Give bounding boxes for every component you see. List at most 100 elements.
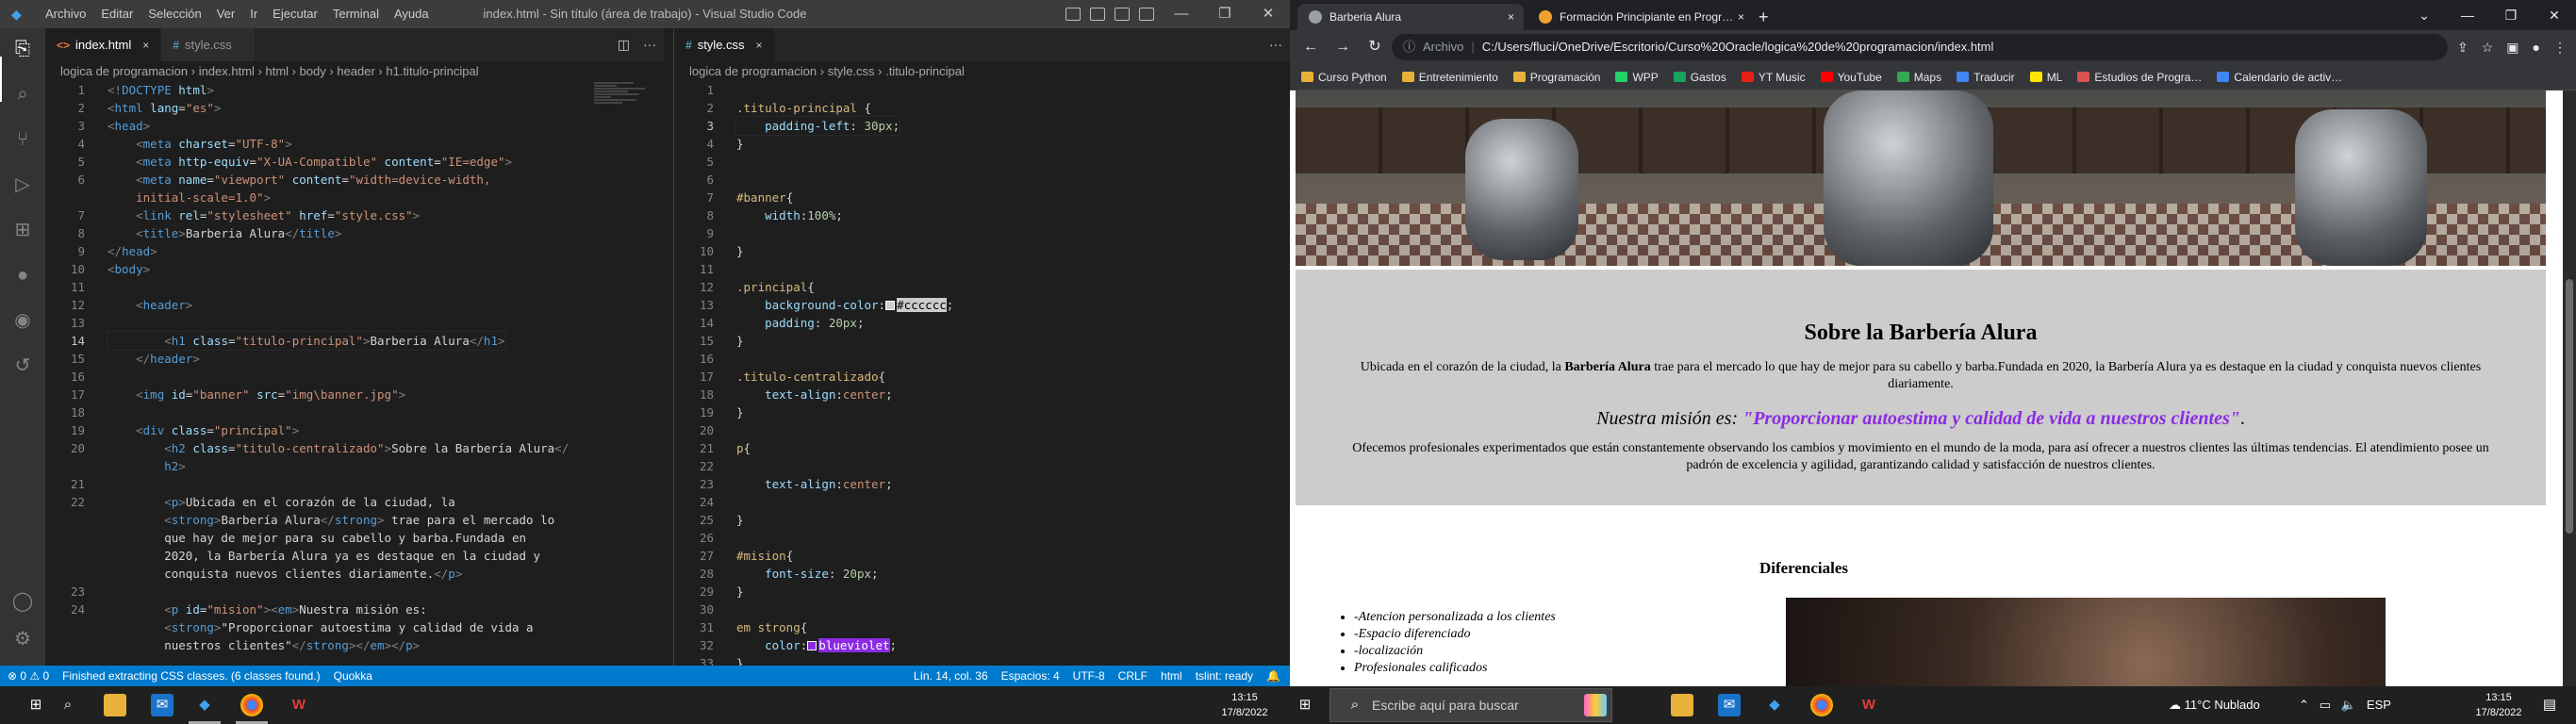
- code-line[interactable]: 30: [674, 601, 1290, 618]
- notifications-bell-icon[interactable]: 🔔: [1266, 666, 1280, 686]
- minimize-icon[interactable]: —: [2446, 0, 2489, 30]
- code-line[interactable]: 18: [45, 403, 664, 421]
- bookmark-item[interactable]: Maps: [1896, 71, 1941, 84]
- bookmark-item[interactable]: YouTube: [1820, 71, 1882, 84]
- code-line[interactable]: 16: [674, 350, 1290, 368]
- customize-layout-icon[interactable]: [1139, 8, 1154, 21]
- code-line[interactable]: 26: [674, 529, 1290, 547]
- more-actions-icon[interactable]: ···: [643, 28, 656, 61]
- code-line[interactable]: 11: [45, 278, 664, 296]
- code-line[interactable]: 31 em strong{: [674, 618, 1290, 636]
- indentation[interactable]: Espacios: 4: [1001, 666, 1060, 686]
- code-line[interactable]: 24: [674, 493, 1290, 511]
- editor-tab[interactable]: <> index.html ×: [45, 28, 162, 61]
- account-icon[interactable]: ◯: [11, 590, 34, 613]
- chrome-taskbar-icon[interactable]: [240, 694, 263, 716]
- code-line[interactable]: que hay de mejor para su cabello y barba…: [45, 529, 664, 547]
- menu-item[interactable]: Ir: [242, 0, 265, 28]
- quokka-status[interactable]: Quokka: [334, 666, 372, 686]
- search-icon[interactable]: ⌕: [11, 83, 34, 106]
- bookmark-star-icon[interactable]: ☆: [2482, 30, 2494, 64]
- code-line[interactable]: 27 #mision{: [674, 547, 1290, 565]
- code-line[interactable]: 6: [674, 171, 1290, 189]
- code-line[interactable]: 15}: [674, 332, 1290, 350]
- windows-start-icon[interactable]: ⊞: [1294, 694, 1316, 716]
- code-line[interactable]: 29}: [674, 583, 1290, 601]
- language-mode[interactable]: html: [1161, 666, 1182, 686]
- code-line[interactable]: <strong>"Proporcionar autoestima y calid…: [45, 618, 664, 636]
- code-line[interactable]: 17 .titulo-centralizado{: [674, 368, 1290, 386]
- restore-icon[interactable]: ❐: [1203, 0, 1247, 28]
- tab-close-icon[interactable]: ×: [1738, 4, 1744, 30]
- app-w-icon[interactable]: W: [288, 694, 310, 716]
- menu-item[interactable]: Archivo: [38, 0, 93, 28]
- app-w-icon[interactable]: W: [1858, 694, 1880, 716]
- forward-icon[interactable]: →: [1331, 30, 1354, 64]
- minimize-icon[interactable]: —: [1160, 0, 1203, 28]
- code-line[interactable]: 28 font-size: 20px;: [674, 565, 1290, 583]
- code-line[interactable]: 10}: [674, 242, 1290, 260]
- encoding[interactable]: UTF-8: [1073, 666, 1105, 686]
- manage-gear-icon[interactable]: ⚙: [11, 628, 34, 650]
- bookmark-item[interactable]: Programación: [1512, 71, 1600, 84]
- search-highlight-icon[interactable]: [1584, 694, 1607, 716]
- code-line[interactable]: 8 <title>Barberia Alura</title>: [45, 224, 664, 242]
- address-bar[interactable]: ⓘ Archivo | C:/Users/fluci/OneDrive/Escrito…: [1392, 34, 2448, 60]
- split-editor-icon[interactable]: ◫: [618, 28, 630, 61]
- taskbar-clock-right[interactable]: 13:15 17/8/2022: [2470, 690, 2527, 720]
- code-line[interactable]: 18 text-align:center;: [674, 386, 1290, 403]
- code-line[interactable]: 22 <p>Ubicada en el corazón de la ciudad…: [45, 493, 664, 511]
- extensions-icon[interactable]: ⊞: [11, 219, 34, 241]
- code-line[interactable]: 24 <p id="mision"><em>Nuestra misión es:: [45, 601, 664, 618]
- problems-indicator[interactable]: ⊗ 0 ⚠ 0: [8, 666, 49, 686]
- code-line[interactable]: 21: [45, 475, 664, 493]
- taskbar-search-box[interactable]: Escribe aquí para buscar: [1329, 688, 1612, 722]
- code-line[interactable]: 22: [674, 457, 1290, 475]
- code-line[interactable]: 13: [45, 314, 664, 332]
- browser-tab[interactable]: Formación Principiante en Progr… ×: [1527, 4, 1754, 30]
- windows-start-icon[interactable]: ⊞: [25, 694, 47, 716]
- editor-tab[interactable]: # style.css: [161, 28, 256, 61]
- breadcrumb[interactable]: logica de programacion › index.html › ht…: [60, 64, 479, 78]
- code-line[interactable]: 3 <head>: [45, 117, 664, 135]
- live-share-icon[interactable]: ↺: [11, 354, 34, 377]
- close-icon[interactable]: ✕: [2533, 0, 2576, 30]
- code-line[interactable]: 2020, la Barbería Alura ya es destaque e…: [45, 547, 664, 565]
- breadcrumb[interactable]: logica de programacion › style.css › .ti…: [689, 64, 965, 78]
- code-line[interactable]: 9: [674, 224, 1290, 242]
- code-line[interactable]: 32 color: blueviolet;: [674, 636, 1290, 654]
- code-line[interactable]: 16: [45, 368, 664, 386]
- code-line[interactable]: 20: [674, 421, 1290, 439]
- code-line[interactable]: 33}: [674, 654, 1290, 666]
- profile-avatar-icon[interactable]: ●: [2533, 30, 2540, 64]
- bookmark-item[interactable]: YT Music: [1741, 71, 1806, 84]
- code-line[interactable]: 10 <body>: [45, 260, 664, 278]
- code-line[interactable]: h2>: [45, 457, 664, 475]
- code-line[interactable]: 23 text-align:center;: [674, 475, 1290, 493]
- restore-icon[interactable]: ❐: [2489, 0, 2533, 30]
- code-line[interactable]: 6 <meta name="viewport" content="width=d…: [45, 171, 664, 189]
- bookmark-item[interactable]: WPP: [1615, 71, 1659, 84]
- end-of-line[interactable]: CRLF: [1118, 666, 1148, 686]
- code-line[interactable]: conquista nuevos clientes diariamente.</…: [45, 565, 664, 583]
- code-line[interactable]: 1 <!DOCTYPE html>: [45, 81, 664, 99]
- toggle-secondary-sidebar-icon[interactable]: [1115, 8, 1130, 21]
- code-line[interactable]: 4 <meta charset="UTF-8">: [45, 135, 664, 153]
- code-line[interactable]: 17 <img id="banner" src="img\banner.jpg"…: [45, 386, 664, 403]
- run-debug-icon[interactable]: ▷: [11, 173, 34, 196]
- mail-icon[interactable]: ✉: [1718, 694, 1741, 716]
- code-line[interactable]: 21 p{: [674, 439, 1290, 457]
- bookmark-item[interactable]: ML: [2029, 71, 2062, 84]
- toggle-sidebar-icon[interactable]: [1065, 8, 1081, 21]
- tab-close-icon[interactable]: ×: [756, 39, 763, 52]
- code-line[interactable]: 15 </header>: [45, 350, 664, 368]
- tab-close-icon[interactable]: ×: [142, 39, 149, 52]
- bookmark-item[interactable]: Calendario de activ…: [2217, 71, 2342, 84]
- page-scrollbar[interactable]: [2563, 90, 2576, 686]
- new-tab-icon[interactable]: +: [1759, 4, 1769, 30]
- code-line[interactable]: 2 <html lang="es">: [45, 99, 664, 117]
- menu-item[interactable]: Ejecutar: [265, 0, 325, 28]
- code-line[interactable]: 19 <div class="principal">: [45, 421, 664, 439]
- scrollbar-thumb[interactable]: [2566, 279, 2573, 534]
- code-line[interactable]: 5 <meta http-equiv="X-UA-Compatible" con…: [45, 153, 664, 171]
